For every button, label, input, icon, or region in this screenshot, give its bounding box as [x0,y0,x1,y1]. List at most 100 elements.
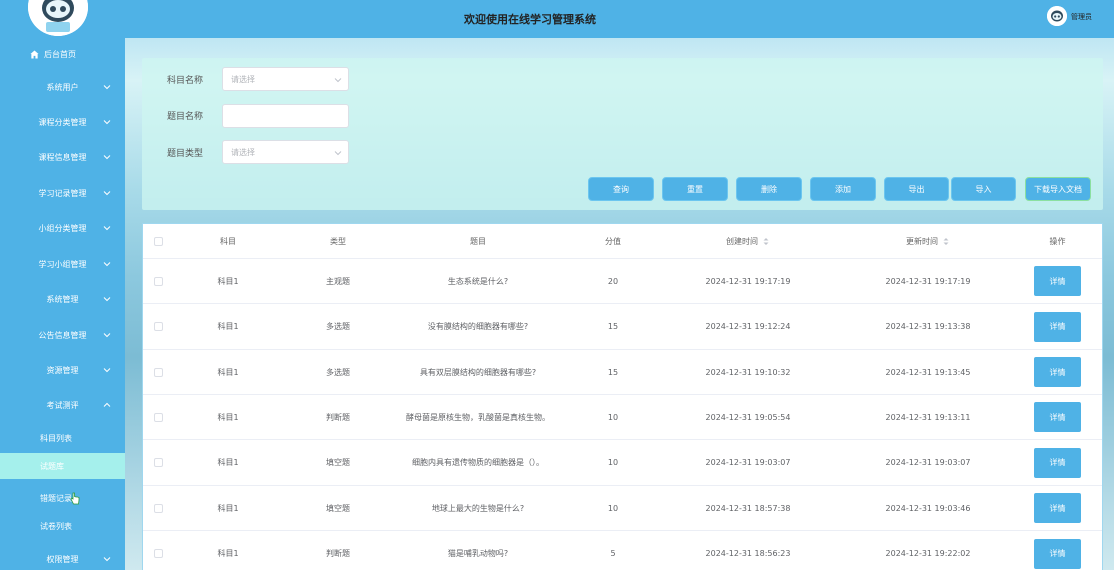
detail-button[interactable]: 详情 [1034,266,1081,296]
detail-button[interactable]: 详情 [1034,402,1081,432]
user-name[interactable]: 管理员 [1071,12,1092,22]
import-button[interactable]: 导入 [951,177,1016,201]
sidebar-item-course-info[interactable]: 课程信息管理 [0,142,125,172]
detail-button[interactable]: 详情 [1034,493,1081,523]
user-avatar[interactable] [1047,6,1067,26]
cell-updated: 2024-12-31 19:22:02 [885,549,971,558]
sidebar-item-exam[interactable]: 考试测评 [0,390,125,420]
cell-type: 主观题 [326,276,350,286]
chevron-down-icon [103,85,111,90]
cell-updated: 2024-12-31 19:13:38 [885,322,971,331]
cell-subject: 科目1 [217,503,239,513]
main-content: 科目名称 请选择 题目名称 题目类型 请选择 查询 重置 删除 添加 导出 导入… [125,38,1114,570]
cell-actions: 详情 [1013,304,1102,349]
cell-actions: 详情 [1013,259,1102,303]
sidebar-item-course-category[interactable]: 课程分类管理 [0,107,125,137]
sidebar-subitem-wrong-answers[interactable]: 错题记录 [0,485,125,511]
sidebar-item-announcements[interactable]: 公告信息管理 [0,320,125,350]
cell-updated: 2024-12-31 19:03:07 [885,458,971,467]
type-select-placeholder: 请选择 [231,147,255,157]
row-checkbox[interactable] [153,367,163,377]
sidebar-item-label: 学习小组管理 [38,259,87,269]
sidebar-subitem-question-bank[interactable]: 试题库 [0,453,125,479]
select-all-checkbox[interactable] [153,236,163,246]
cell-type: 填空题 [326,503,350,513]
row-checkbox[interactable] [153,412,163,422]
type-select[interactable]: 请选择 [222,140,349,164]
column-header-created[interactable]: 创建时间 [663,224,833,258]
sidebar-item-group-category[interactable]: 小组分类管理 [0,213,125,243]
row-checkbox[interactable] [153,549,163,558]
row-checkbox[interactable] [153,322,163,331]
export-button[interactable]: 导出 [884,177,949,201]
cell-question: 细胞内具有遗传物质的细胞器是（）。 [412,458,544,467]
detail-button[interactable]: 详情 [1034,538,1081,569]
sidebar-item-permissions[interactable]: 权限管理 [0,544,125,570]
detail-button[interactable]: 详情 [1034,357,1081,387]
cell-actions: 详情 [1013,350,1102,394]
page-title: 欢迎使用在线学习管理系统 [464,13,596,26]
sidebar-item-label: 考试测评 [46,400,79,410]
download-template-button[interactable]: 下载导入文档 [1025,177,1091,201]
select-all-cell [143,224,173,258]
sidebar-item-study-groups[interactable]: 学习小组管理 [0,249,125,279]
sidebar-subitem-label: 试卷列表 [40,521,72,531]
sort-icon [763,237,769,245]
cell-updated: 2024-12-31 19:17:19 [885,276,971,286]
column-header-label: 更新时间 [906,236,938,246]
sidebar-item-label: 权限管理 [46,554,79,564]
row-select-cell [143,259,173,303]
cell-question: 猫是哺乳动物吗? [447,549,509,558]
subject-select[interactable]: 请选择 [222,67,349,91]
sidebar-subitem-subjects[interactable]: 科目列表 [0,425,125,451]
sidebar-item-system-management[interactable]: 系统管理 [0,284,125,314]
chevron-down-icon [334,151,342,156]
cell-type: 填空题 [326,458,350,467]
reset-button[interactable]: 重置 [662,177,728,201]
cell-created: 2024-12-31 18:57:38 [705,503,791,513]
chevron-down-icon [103,297,111,302]
add-button[interactable]: 添加 [810,177,876,201]
chevron-down-icon [103,120,111,125]
sidebar-subitem-papers[interactable]: 试卷列表 [0,513,125,539]
table-row: 科目1 判断题 酵母菌是原核生物，乳酸菌是真核生物。 10 2024-12-31… [143,395,1102,440]
sidebar-item-resources[interactable]: 资源管理 [0,355,125,385]
sidebar-item-home[interactable]: 后台首页 [0,45,125,63]
sidebar-item-label: 资源管理 [46,365,79,375]
sidebar-item-study-records[interactable]: 学习记录管理 [0,178,125,208]
sort-icon [943,237,949,245]
row-checkbox[interactable] [153,503,163,513]
cell-question: 具有双层膜结构的细胞器有哪些? [419,367,537,377]
row-checkbox[interactable] [153,458,163,467]
chevron-down-icon [103,226,111,231]
column-header-updated[interactable]: 更新时间 [843,224,1013,258]
chevron-down-icon [103,333,111,338]
subject-label: 科目名称 [167,76,204,86]
sidebar-item-label: 系统用户 [46,82,79,92]
cell-question: 酵母菌是原核生物，乳酸菌是真核生物。 [406,412,550,422]
detail-button[interactable]: 详情 [1034,311,1081,342]
column-header-subject: 科目 [220,236,236,246]
cell-score: 15 [607,322,619,331]
question-input[interactable] [222,104,349,128]
detail-button[interactable]: 详情 [1034,447,1081,478]
cell-type: 判断题 [326,549,350,558]
cell-created: 2024-12-31 19:12:24 [705,322,791,331]
delete-button[interactable]: 删除 [736,177,802,201]
cell-subject: 科目1 [217,276,239,286]
column-header-actions: 操作 [1049,236,1066,246]
sidebar-item-system-users[interactable]: 系统用户 [0,72,125,102]
sidebar-item-label: 系统管理 [46,294,79,304]
cell-created: 2024-12-31 19:17:19 [705,276,791,286]
row-checkbox[interactable] [153,276,163,286]
chevron-down-icon [103,368,111,373]
cell-subject: 科目1 [217,322,239,331]
table-row: 科目1 判断题 猫是哺乳动物吗? 5 2024-12-31 18:56:23 2… [143,531,1102,570]
table-row: 科目1 填空题 地球上最大的生物是什么? 10 2024-12-31 18:57… [143,486,1102,531]
type-label: 题目类型 [167,149,204,159]
cell-score: 20 [607,276,619,286]
query-button[interactable]: 查询 [588,177,654,201]
cell-created: 2024-12-31 18:56:23 [705,549,791,558]
chevron-up-icon [103,402,111,407]
cell-question: 没有膜结构的细胞器有哪些? [427,322,529,331]
